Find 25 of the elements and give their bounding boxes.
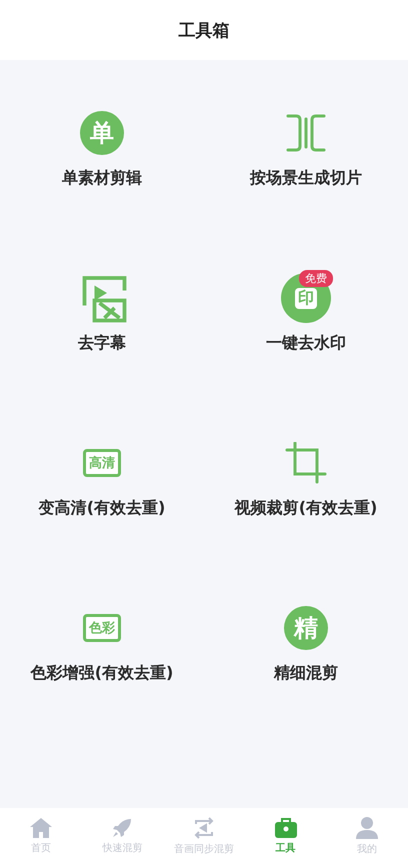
rocket-icon: [111, 817, 134, 839]
tool-icon[interactable]: 单: [80, 111, 124, 155]
tab-item[interactable]: 音画同步混剪: [163, 808, 245, 864]
tool-label[interactable]: 按场景生成切片: [250, 168, 362, 189]
tool-label[interactable]: 单素材剪辑: [62, 168, 142, 189]
tool-label[interactable]: 视频裁剪(有效去重): [234, 498, 378, 519]
tool-label[interactable]: 变高清(有效去重): [38, 498, 166, 519]
tab-item[interactable]: 工具: [244, 808, 326, 864]
cut-marks-icon[interactable]: [286, 113, 326, 153]
free-badge: 免费: [299, 270, 333, 287]
tool-icon[interactable]: 高清: [83, 449, 121, 477]
home-icon: [28, 817, 53, 839]
tool-icon[interactable]: 精: [284, 606, 328, 650]
toolbox-icon: [274, 817, 298, 839]
page-title: 工具箱: [178, 20, 230, 42]
tab-item[interactable]: 首页: [0, 808, 82, 864]
tab-item[interactable]: 快速混剪: [82, 808, 164, 864]
person-icon: [355, 816, 380, 840]
tab-item[interactable]: 我的: [326, 808, 408, 864]
tool-label[interactable]: 色彩增强(有效去重): [30, 663, 174, 684]
tool-label[interactable]: 去字幕: [78, 333, 126, 354]
tool-icon[interactable]: 色彩: [83, 614, 121, 642]
tool-label[interactable]: 一键去水印: [266, 333, 346, 354]
crop-icon[interactable]: [285, 442, 327, 484]
tool-label[interactable]: 精细混剪: [274, 663, 338, 684]
